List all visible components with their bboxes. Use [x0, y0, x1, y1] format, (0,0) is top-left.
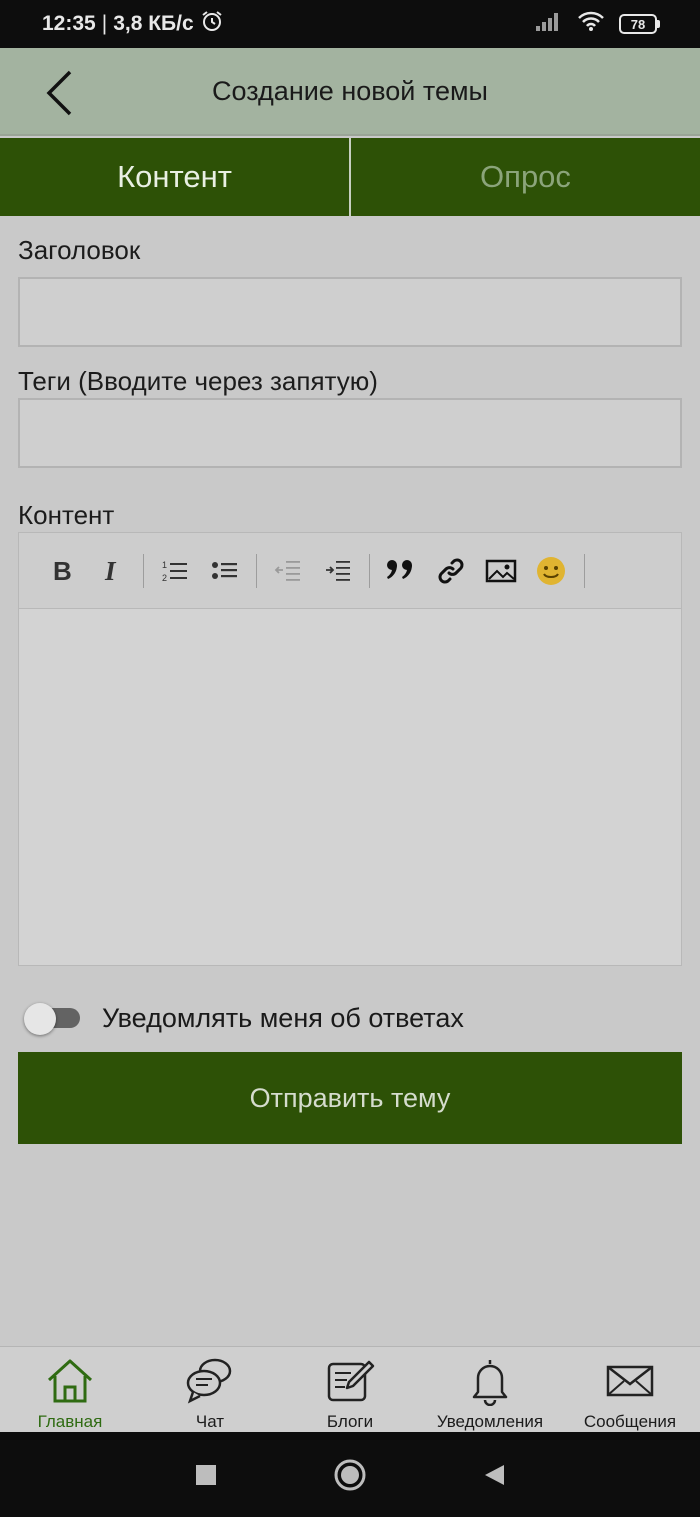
tags-label: Теги (Вводите через запятую) — [18, 366, 378, 396]
editor-text-area[interactable] — [19, 609, 681, 965]
bullet-list-icon — [212, 561, 237, 579]
battery-level: 78 — [619, 14, 657, 34]
home-system-button[interactable] — [278, 1445, 422, 1505]
wifi-icon — [577, 10, 605, 38]
bold-button[interactable]: B — [41, 550, 83, 592]
bottom-nav: Главная Чат Блоги Уведомления Сообщения — [0, 1346, 700, 1432]
status-network-speed: 3,8 КБ/с — [113, 12, 194, 35]
emoji-icon — [537, 556, 565, 585]
quote-icon — [387, 559, 412, 579]
nav-label-blogs: Блоги — [326, 1412, 374, 1431]
indent-button[interactable] — [317, 550, 359, 592]
title-label: Заголовок — [18, 235, 141, 265]
circle-icon — [334, 1459, 366, 1490]
tab-content[interactable]: Контент — [0, 138, 349, 216]
status-separator: | — [101, 12, 108, 35]
page-title: Создание новой темы — [212, 75, 488, 106]
nav-item-messages[interactable]: Сообщения — [560, 1347, 700, 1432]
title-input[interactable] — [18, 277, 682, 347]
quote-button[interactable] — [380, 550, 422, 592]
emoji-button[interactable] — [530, 550, 572, 592]
home-icon — [47, 1359, 93, 1402]
notify-toggle[interactable] — [24, 1003, 82, 1035]
image-button[interactable] — [480, 550, 522, 592]
triangle-back-icon — [485, 1464, 504, 1485]
envelope-icon — [606, 1365, 654, 1396]
signal-icon — [535, 10, 563, 38]
back-button[interactable] — [32, 66, 86, 120]
outdent-icon — [274, 560, 300, 581]
blog-icon — [327, 1360, 375, 1401]
tags-input[interactable] — [18, 398, 682, 468]
bold-icon: B — [53, 557, 72, 585]
content-label: Контент — [18, 500, 115, 530]
notify-row: Уведомлять меня об ответах — [24, 995, 464, 1041]
notify-label: Уведомлять меня об ответах — [102, 1002, 464, 1033]
bullet-list-button[interactable] — [204, 550, 246, 592]
nav-item-home[interactable]: Главная — [0, 1347, 140, 1432]
svg-text:B: B — [53, 557, 72, 585]
ordered-list-icon: 12 — [162, 560, 187, 583]
back-system-button[interactable] — [422, 1445, 566, 1505]
outdent-button[interactable] — [267, 550, 309, 592]
status-time: 12:35 — [42, 12, 96, 35]
status-right: 78 — [535, 10, 660, 38]
app-bar: Создание новой темы — [0, 48, 700, 136]
image-icon — [485, 559, 517, 582]
system-nav-bar — [0, 1432, 700, 1517]
nav-label-messages: Сообщения — [583, 1412, 677, 1431]
toggle-thumb — [24, 1003, 56, 1035]
bell-icon — [472, 1359, 508, 1406]
chat-icon — [186, 1358, 232, 1403]
status-left: 12:35 | 3,8 КБ/с — [42, 9, 224, 39]
square-icon — [196, 1464, 216, 1485]
toolbar-separator — [369, 553, 370, 588]
svg-text:2: 2 — [162, 573, 167, 583]
link-icon — [438, 558, 464, 583]
link-button[interactable] — [430, 550, 472, 592]
recent-apps-button[interactable] — [134, 1445, 278, 1505]
nav-label-notifications: Уведомления — [436, 1412, 544, 1431]
nav-label-chat: Чат — [195, 1412, 225, 1431]
alarm-icon — [200, 9, 224, 39]
italic-icon: I — [104, 557, 117, 585]
nav-item-notifications[interactable]: Уведомления — [420, 1347, 560, 1432]
toolbar-separator — [584, 553, 585, 588]
status-bar: 12:35 | 3,8 КБ/с 78 — [0, 0, 700, 48]
svg-text:1: 1 — [162, 560, 167, 570]
submit-topic-button[interactable]: Отправить тему — [18, 1052, 682, 1144]
content-editor: B I 12 — [18, 532, 682, 966]
indent-icon — [326, 560, 350, 581]
svg-text:I: I — [104, 557, 117, 585]
nav-label-home: Главная — [37, 1412, 103, 1431]
nav-item-blogs[interactable]: Блоги — [280, 1347, 420, 1432]
editor-toolbar: B I 12 — [19, 533, 681, 609]
toolbar-separator — [143, 553, 144, 588]
nav-item-chat[interactable]: Чат — [140, 1347, 280, 1432]
italic-button[interactable]: I — [91, 550, 133, 592]
tab-bar: Контент Опрос — [0, 138, 700, 216]
toolbar-separator — [256, 553, 257, 588]
chevron-left-icon — [46, 70, 72, 116]
ordered-list-button[interactable]: 12 — [154, 550, 196, 592]
tab-poll[interactable]: Опрос — [351, 138, 700, 216]
battery-icon: 78 — [619, 14, 660, 34]
